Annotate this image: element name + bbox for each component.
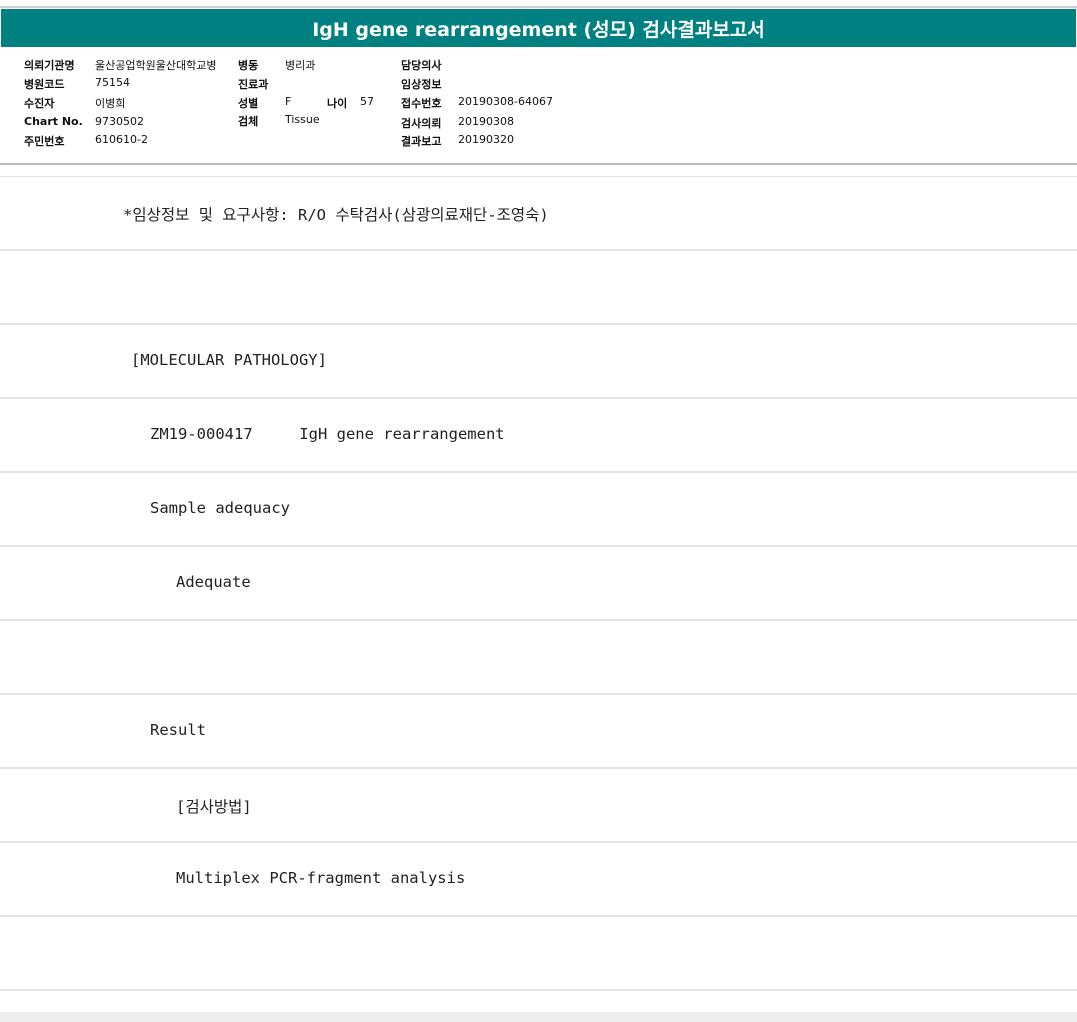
physician-label: 담당의사: [401, 59, 442, 72]
report-body: *임상정보 및 요구사항: R/O 수탁검사(삼광의료재단-조영숙) [MOLE…: [0, 177, 1077, 991]
sample-adequacy-heading: Sample adequacy: [150, 499, 290, 517]
method-heading: [검사방법]: [176, 798, 252, 816]
age-value: 57: [360, 95, 374, 108]
header-divider: [0, 163, 1077, 165]
report-line: Adequate: [0, 547, 1077, 621]
sample-adequacy-value: Adequate: [176, 573, 251, 591]
institution-value: 울산공업학원울산대학교병: [95, 59, 217, 72]
result-heading: Result: [150, 721, 206, 739]
institution-label: 의뢰기관명: [24, 59, 75, 72]
report-line: [0, 917, 1077, 991]
accession-value: 20190308-64067: [458, 95, 553, 108]
id-number-value: 610610-2: [95, 133, 148, 146]
report-line: [MOLECULAR PATHOLOGY]: [0, 325, 1077, 399]
patient-info-panel: 의뢰기관명 울산공업학원울산대학교병 병동 병리과 담당의사 병원코드 7515…: [0, 50, 1077, 163]
ward-label: 병동: [238, 59, 259, 72]
test-id-line: ZM19-000417 IgH gene rearrangement: [150, 425, 505, 443]
chart-no-label: Chart No.: [24, 115, 83, 128]
request-date-label: 검사의뢰: [401, 117, 442, 130]
department-label: 진료과: [238, 78, 269, 91]
report-line: [0, 251, 1077, 325]
report-line: *임상정보 및 요구사항: R/O 수탁검사(삼광의료재단-조영숙): [0, 177, 1077, 251]
hospital-code-label: 병원코드: [24, 78, 65, 91]
report-title: IgH gene rearrangement (성모) 검사결과보고서: [1, 9, 1076, 47]
method-value: Multiplex PCR-fragment analysis: [176, 869, 466, 887]
chart-no-value: 9730502: [95, 115, 144, 128]
accession-label: 접수번호: [401, 97, 442, 110]
hospital-code-value: 75154: [95, 76, 130, 89]
top-border: [0, 0, 1077, 8]
request-date-value: 20190308: [458, 115, 514, 128]
age-label: 나이: [327, 97, 348, 110]
sex-value: F: [285, 95, 292, 108]
clinical-request-text: *임상정보 및 요구사항: R/O 수탁검사(삼광의료재단-조영숙): [123, 206, 549, 224]
recipient-label: 수진자: [24, 97, 55, 110]
recipient-value: 이병희: [95, 97, 126, 110]
report-line: Result: [0, 695, 1077, 769]
specimen-value: Tissue: [285, 113, 320, 126]
id-number-label: 주민번호: [24, 135, 65, 148]
section-heading: [MOLECULAR PATHOLOGY]: [131, 351, 327, 369]
report-line: ZM19-000417 IgH gene rearrangement: [0, 399, 1077, 473]
specimen-label: 검체: [238, 115, 259, 128]
report-line: [0, 621, 1077, 695]
ward-value: 병리과: [285, 59, 316, 72]
report-date-value: 20190320: [458, 133, 514, 146]
bottom-scroll-area: [0, 1012, 1077, 1022]
report-date-label: 결과보고: [401, 135, 442, 148]
sex-label: 성별: [238, 97, 259, 110]
clinical-info-label: 임상정보: [401, 78, 442, 91]
report-line: [검사방법]: [0, 769, 1077, 843]
report-line: Multiplex PCR-fragment analysis: [0, 843, 1077, 917]
report-line: Sample adequacy: [0, 473, 1077, 547]
